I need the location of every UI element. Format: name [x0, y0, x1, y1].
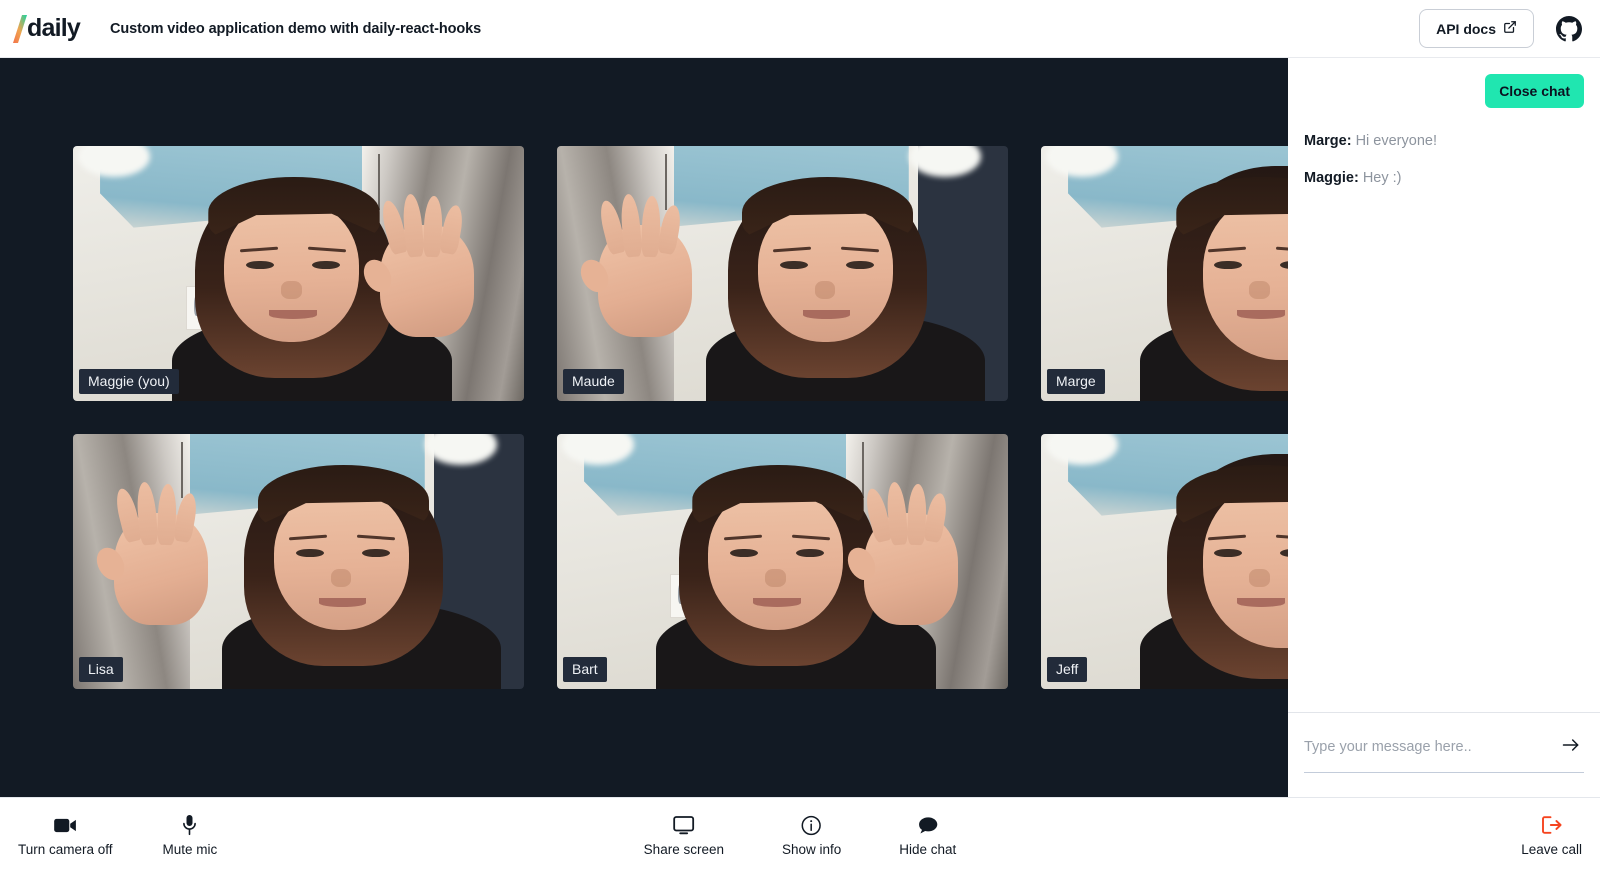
main-body: Maggie (you) Maude Marge Lisa Bart Jeff …: [0, 58, 1600, 797]
leave-call-label: Leave call: [1521, 842, 1582, 857]
message-text: Hi everyone!: [1355, 133, 1437, 149]
show-info-button[interactable]: Show info: [778, 812, 845, 859]
api-docs-label: API docs: [1436, 20, 1496, 37]
chat-bubble-icon: [917, 814, 938, 836]
table-row[interactable]: Lisa: [73, 434, 524, 689]
participant-name-badge: Bart: [563, 657, 607, 682]
github-icon[interactable]: [1556, 15, 1582, 42]
header-actions: API docs: [1419, 9, 1582, 48]
app-header: daily Custom video application demo with…: [0, 0, 1600, 58]
table-row[interactable]: Jeff: [1041, 434, 1288, 689]
tray-center-group: Share screen Show info Hide chat: [640, 798, 961, 873]
monitor-icon: [673, 814, 695, 836]
leave-call-button[interactable]: Leave call: [1517, 812, 1586, 859]
arrow-right-icon: [1560, 735, 1582, 758]
participant-name-badge: Lisa: [79, 657, 123, 682]
list-item: Maggie: Hey :): [1304, 169, 1584, 188]
page-title: Custom video application demo with daily…: [109, 20, 482, 37]
chat-message-input[interactable]: [1304, 738, 1558, 755]
api-docs-button[interactable]: API docs: [1419, 9, 1534, 48]
chat-composer: [1288, 712, 1600, 797]
participant-name-badge: Marge: [1047, 369, 1105, 394]
external-link-icon: [1503, 20, 1517, 37]
table-row[interactable]: Marge: [1041, 146, 1288, 401]
logout-icon: [1541, 814, 1563, 836]
participant-tiles: Maggie (you) Maude Marge Lisa Bart Jeff: [73, 146, 1288, 689]
table-row[interactable]: Maude: [557, 146, 1008, 401]
message-text: Hey :): [1362, 169, 1402, 186]
message-sender: Maggie:: [1304, 169, 1359, 186]
table-row[interactable]: Bart: [557, 434, 1008, 689]
send-message-button[interactable]: [1558, 735, 1584, 758]
tray-right-group: Leave call: [1517, 812, 1586, 859]
video-grid-area: Maggie (you) Maude Marge Lisa Bart Jeff: [0, 58, 1288, 797]
tray-left-group: Turn camera off Mute mic: [14, 812, 221, 859]
toggle-camera-button[interactable]: Turn camera off: [14, 812, 117, 859]
toggle-mic-button[interactable]: Mute mic: [159, 812, 222, 859]
table-row[interactable]: Maggie (you): [73, 146, 524, 401]
participant-name-badge: Maude: [563, 369, 624, 394]
share-screen-label: Share screen: [643, 842, 724, 857]
chat-panel: Close chat Marge: Hi everyone! Maggie: H…: [1288, 58, 1600, 797]
toggle-camera-label: Turn camera off: [18, 842, 113, 857]
list-item: Marge: Hi everyone!: [1304, 132, 1584, 151]
close-chat-button[interactable]: Close chat: [1485, 74, 1584, 108]
info-circle-icon: [801, 814, 822, 836]
brand-wordmark: daily: [27, 14, 81, 42]
message-sender: Marge:: [1304, 133, 1352, 149]
participant-name-badge: Jeff: [1047, 657, 1088, 682]
toggle-mic-label: Mute mic: [162, 842, 218, 857]
toggle-chat-button[interactable]: Hide chat: [895, 812, 960, 859]
microphone-icon: [182, 814, 197, 836]
call-tray: Turn camera off Mute mic Share screen Sh…: [0, 797, 1600, 873]
chat-input-row: [1304, 735, 1584, 773]
video-camera-icon: [53, 814, 77, 836]
toggle-chat-label: Hide chat: [899, 842, 957, 857]
chat-header: Close chat: [1288, 58, 1600, 108]
slash-gradient-icon: [12, 14, 28, 44]
participant-name-badge: Maggie (you): [79, 369, 179, 394]
chat-message-list[interactable]: Marge: Hi everyone! Maggie: Hey :): [1288, 108, 1600, 712]
daily-logo[interactable]: daily: [12, 14, 81, 44]
app-root: daily Custom video application demo with…: [0, 0, 1600, 873]
share-screen-button[interactable]: Share screen: [640, 812, 728, 859]
show-info-label: Show info: [781, 842, 842, 857]
